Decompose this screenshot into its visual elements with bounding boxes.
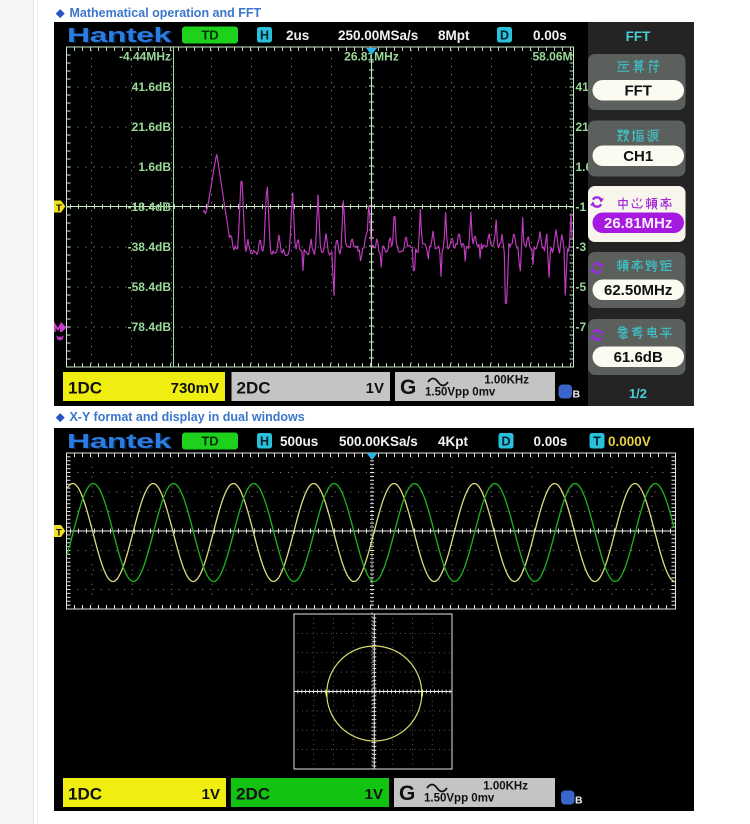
svg-text:62.50MHz: 62.50MHz: [604, 282, 672, 299]
svg-text:-18.4dB: -18.4dB: [128, 200, 172, 214]
svg-text:730mV: 730mV: [171, 380, 219, 397]
svg-text:26.81MHz: 26.81MHz: [604, 215, 672, 232]
svg-text:2DC: 2DC: [236, 785, 270, 804]
svg-text:1DC: 1DC: [68, 379, 102, 398]
svg-text:8Mpt: 8Mpt: [438, 28, 470, 43]
svg-text:1DC: 1DC: [68, 785, 102, 804]
svg-text:21.6dB: 21.6dB: [132, 120, 172, 134]
svg-text:41.6dB: 41.6dB: [132, 80, 172, 94]
svg-text:1.6dB: 1.6dB: [138, 160, 171, 174]
svg-text:-78.4dB: -78.4dB: [128, 320, 172, 334]
svg-text:500us: 500us: [280, 434, 318, 449]
svg-text:-3: -3: [576, 240, 587, 254]
svg-text:1.50Vpp 0mv: 1.50Vpp 0mv: [425, 387, 496, 399]
svg-text:58.06M: 58.06M: [532, 50, 572, 64]
svg-text:1.00KHz: 1.00KHz: [484, 375, 529, 387]
svg-text:FFT: FFT: [626, 29, 651, 44]
svg-text:-1: -1: [576, 200, 587, 214]
svg-text:21: 21: [576, 120, 590, 134]
svg-text:B: B: [575, 795, 583, 807]
svg-text:T: T: [56, 203, 62, 214]
svg-text:D: D: [500, 29, 509, 43]
svg-text:FFT: FFT: [624, 83, 652, 100]
svg-text:2us: 2us: [286, 28, 309, 43]
svg-text:T: T: [56, 528, 62, 539]
svg-text:41: 41: [576, 80, 590, 94]
svg-text:G: G: [399, 782, 415, 805]
svg-text:61.6dB: 61.6dB: [614, 349, 663, 366]
svg-text:G: G: [400, 376, 416, 399]
svg-text:1.00KHz: 1.00KHz: [483, 781, 528, 793]
svg-text:-7: -7: [576, 320, 587, 334]
svg-text:H: H: [260, 435, 269, 449]
svg-text:D: D: [501, 435, 510, 449]
svg-text:H: H: [260, 29, 269, 43]
svg-text:2DC: 2DC: [237, 379, 271, 398]
svg-text:T: T: [593, 435, 601, 449]
svg-text:0.00s: 0.00s: [534, 434, 568, 449]
svg-text:-38.4dB: -38.4dB: [128, 240, 172, 254]
svg-text:TD: TD: [201, 28, 218, 43]
svg-text:-58.4dB: -58.4dB: [128, 280, 172, 294]
svg-text:1V: 1V: [202, 786, 220, 803]
svg-text:4Kpt: 4Kpt: [438, 434, 469, 449]
svg-text:TD: TD: [201, 434, 218, 449]
svg-text:1/2: 1/2: [629, 386, 647, 401]
svg-text:500.00KSa/s: 500.00KSa/s: [339, 434, 418, 449]
svg-text:250.00MSa/s: 250.00MSa/s: [338, 28, 418, 43]
svg-text:1.50Vpp 0mv: 1.50Vpp 0mv: [424, 793, 495, 805]
svg-text:B: B: [573, 389, 581, 401]
svg-text:-4.44MHz: -4.44MHz: [119, 50, 171, 64]
svg-text:-5: -5: [576, 280, 587, 294]
svg-text:0.00s: 0.00s: [533, 28, 567, 43]
svg-text:1V: 1V: [365, 786, 383, 803]
svg-text:CH1: CH1: [623, 148, 653, 165]
svg-text:0.000V: 0.000V: [608, 434, 651, 449]
svg-text:Hantek: Hantek: [67, 430, 171, 452]
svg-text:Hantek: Hantek: [67, 24, 171, 46]
svg-text:1V: 1V: [366, 380, 384, 397]
